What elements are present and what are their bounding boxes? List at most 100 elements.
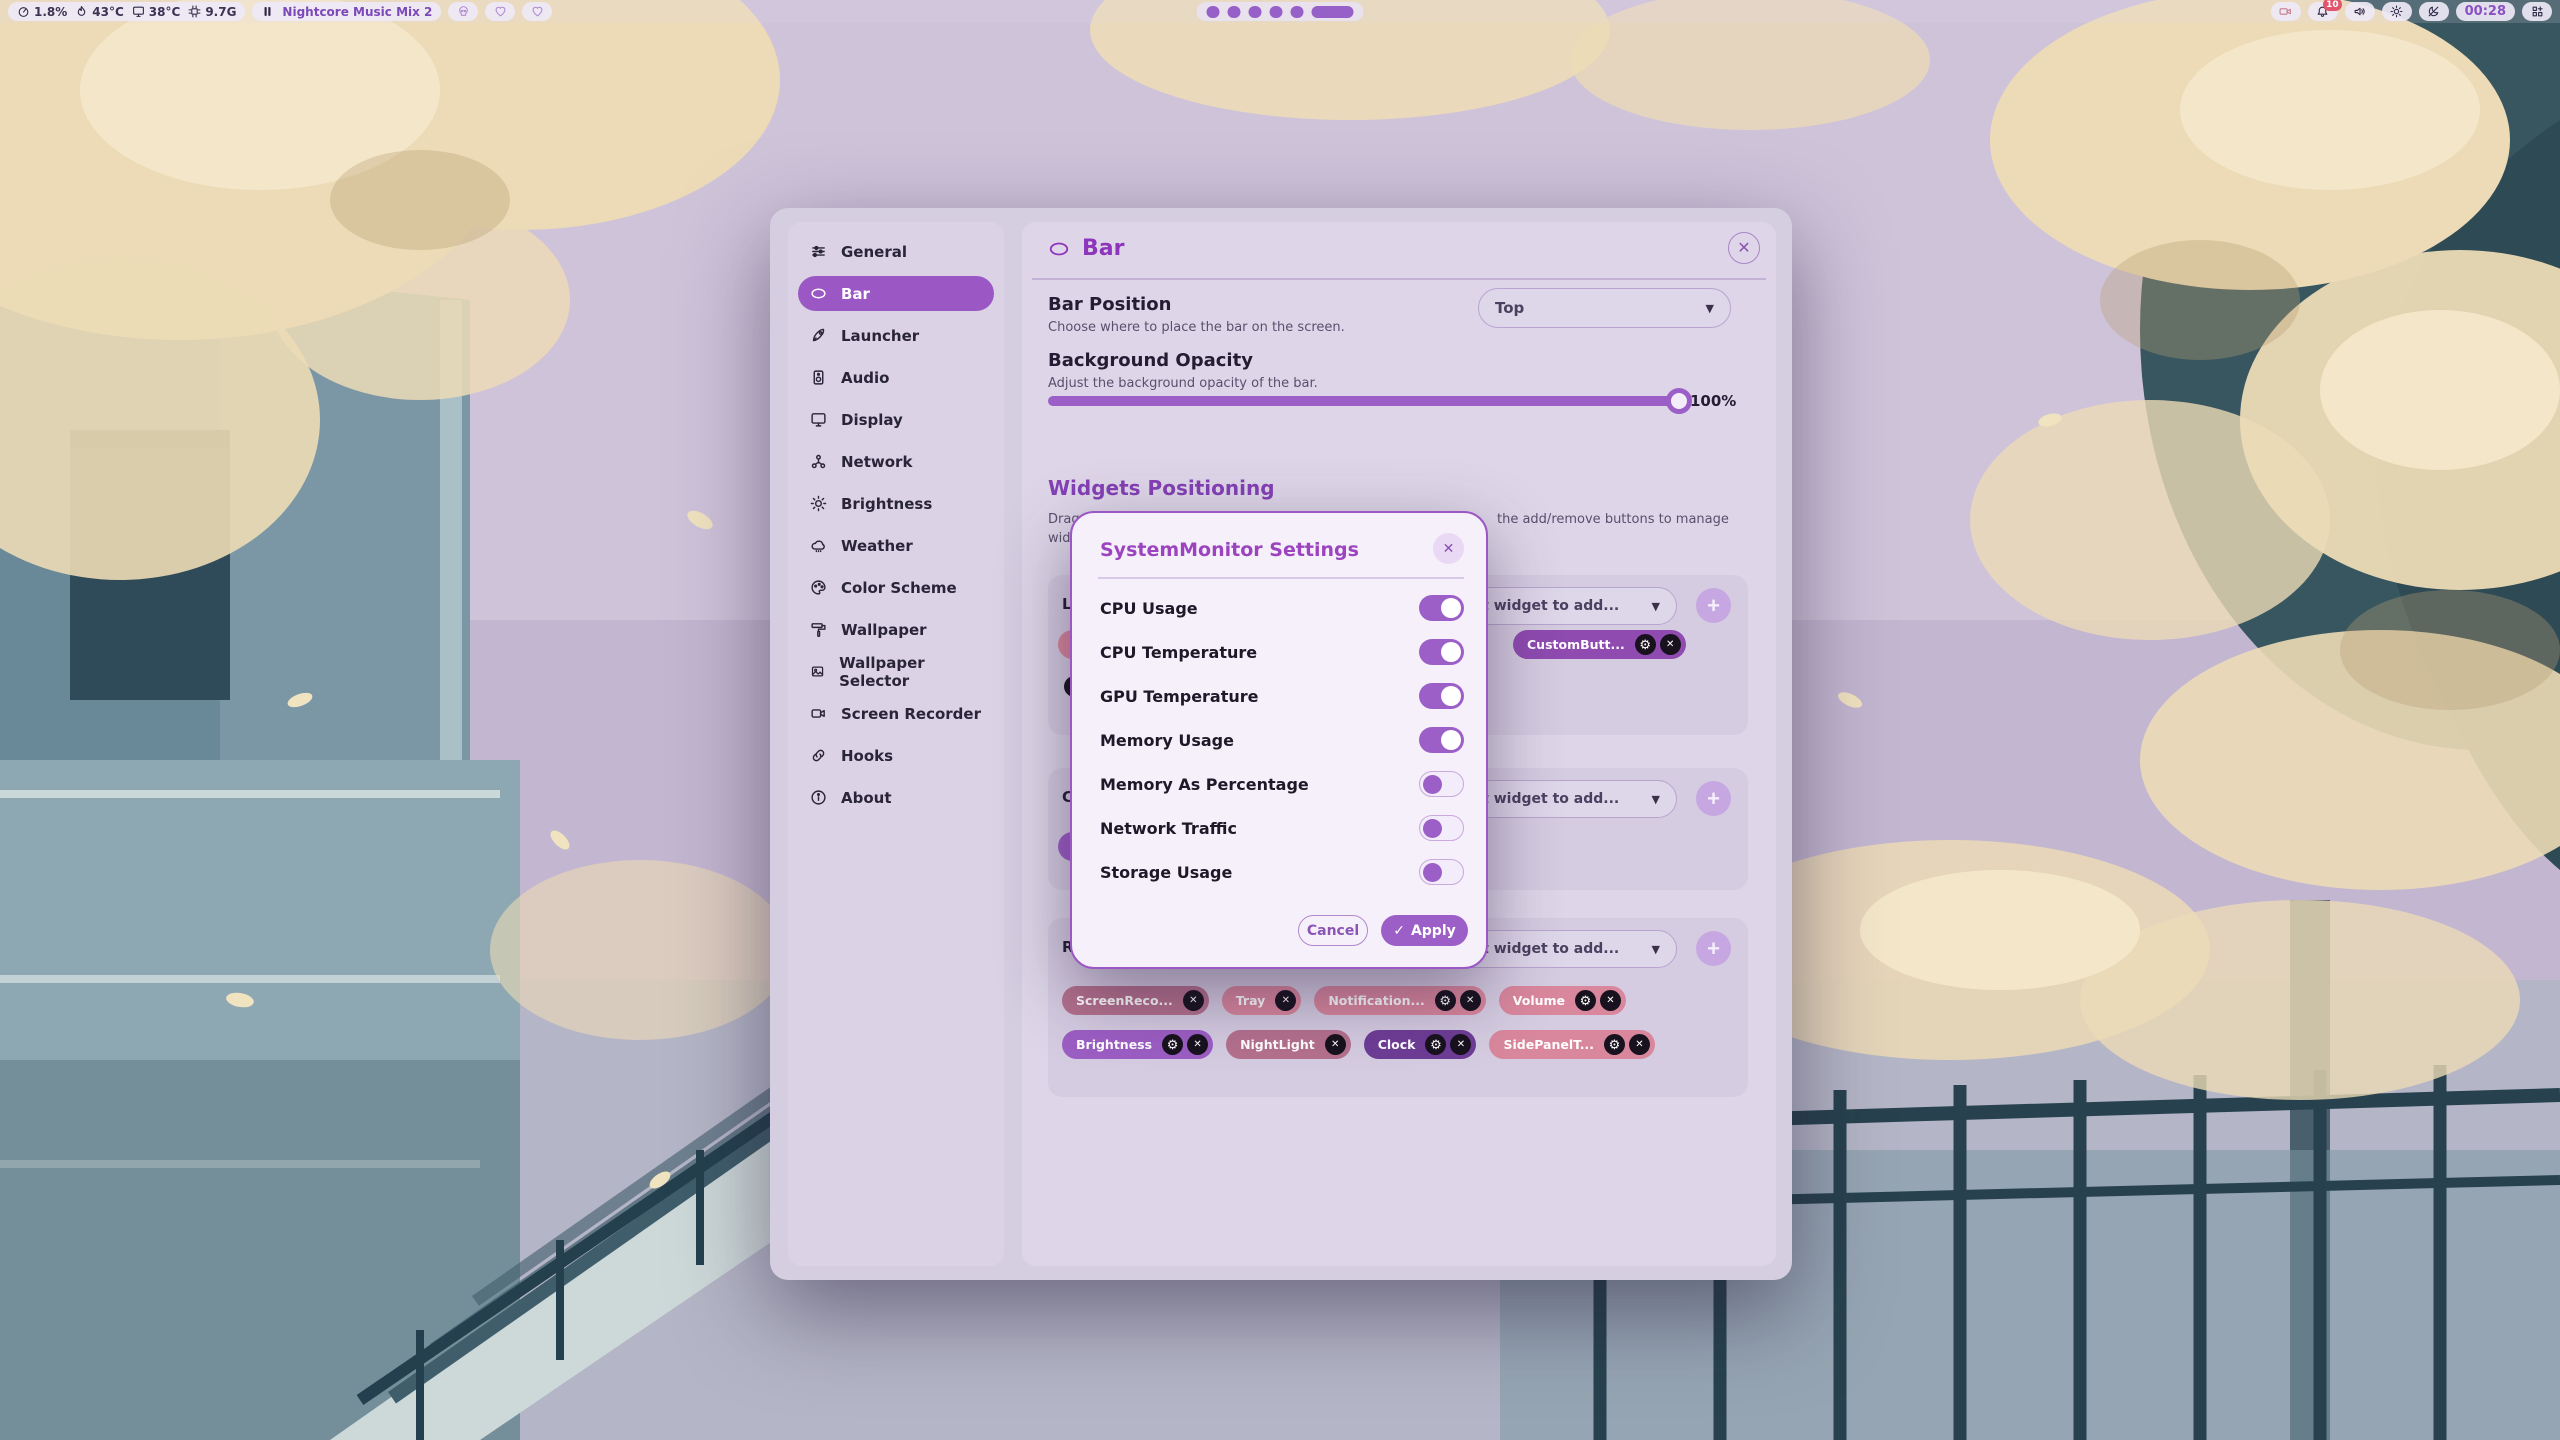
sidebar-item-wallpaper[interactable]: Wallpaper bbox=[798, 612, 994, 647]
chip-settings-button[interactable]: ⚙ bbox=[1435, 990, 1456, 1011]
dashboard-pill[interactable] bbox=[2522, 2, 2552, 21]
sidebar-item-launcher[interactable]: Launcher bbox=[798, 318, 994, 353]
cancel-button[interactable]: Cancel bbox=[1298, 915, 1368, 946]
widgets-positioning-title: Widgets Positioning bbox=[1048, 476, 1275, 500]
add-widget-button[interactable]: + bbox=[1696, 588, 1731, 623]
modal-title: SystemMonitor Settings bbox=[1100, 539, 1359, 561]
slider-thumb[interactable] bbox=[1666, 388, 1692, 414]
page-header: Bar bbox=[1048, 236, 1124, 261]
stat-gauge: 1.8% bbox=[17, 5, 67, 19]
chevron-down-icon: ▼ bbox=[1706, 302, 1714, 315]
sidebar-item-about[interactable]: About bbox=[798, 780, 994, 815]
sidebar-item-bar[interactable]: Bar bbox=[798, 276, 994, 311]
workspace-dot[interactable] bbox=[1228, 6, 1241, 18]
toggle-label: CPU Usage bbox=[1100, 599, 1198, 618]
widget-chip[interactable]: ScreenReco...✕ bbox=[1062, 986, 1209, 1015]
chip-remove-button[interactable]: ✕ bbox=[1629, 1034, 1650, 1055]
top-bar: 1.8%43°C38°C9.7G Nightcore Music Mix 20.… bbox=[0, 0, 2560, 23]
flame-icon bbox=[75, 5, 88, 18]
system-stats-widget[interactable]: 1.8%43°C38°C9.7G bbox=[8, 2, 245, 21]
widget-chip[interactable]: Volume⚙✕ bbox=[1499, 986, 1626, 1015]
toggle-row-cpu-usage: CPU Usage bbox=[1100, 593, 1464, 623]
widget-chip[interactable]: Brightness⚙✕ bbox=[1062, 1030, 1213, 1059]
toggle-label: Memory Usage bbox=[1100, 731, 1234, 750]
night-light-off-icon bbox=[2427, 5, 2440, 18]
add-widget-button[interactable]: + bbox=[1696, 781, 1731, 816]
toggle-switch[interactable] bbox=[1419, 815, 1464, 841]
chip-remove-button[interactable]: ✕ bbox=[1325, 1034, 1346, 1055]
heart-pill[interactable] bbox=[522, 2, 552, 21]
toggle-switch[interactable] bbox=[1419, 639, 1464, 665]
toggle-switch[interactable] bbox=[1419, 595, 1464, 621]
sidebar-item-wallpaper-selector[interactable]: Wallpaper Selector bbox=[798, 654, 994, 689]
sidebar-item-network[interactable]: Network bbox=[798, 444, 994, 479]
screen-recorder-pill[interactable] bbox=[2271, 2, 2301, 21]
widget-chip[interactable]: Tray✕ bbox=[1222, 986, 1302, 1015]
pause-icon bbox=[261, 5, 274, 18]
chip-remove-button[interactable]: ✕ bbox=[1183, 990, 1204, 1011]
sidebar-item-label: Launcher bbox=[841, 327, 919, 345]
stat-chip: 9.7G bbox=[188, 5, 236, 19]
sidebar-item-general[interactable]: General bbox=[798, 234, 994, 269]
sidebar-item-hooks[interactable]: Hooks bbox=[798, 738, 994, 773]
skull-icon bbox=[457, 5, 470, 18]
gauge-icon bbox=[17, 5, 30, 18]
toggle-knob bbox=[1441, 598, 1461, 618]
workspace-dot[interactable] bbox=[1270, 6, 1283, 18]
workspace-dot[interactable] bbox=[1207, 6, 1220, 18]
chip-remove-button[interactable]: ✕ bbox=[1450, 1034, 1471, 1055]
widget-chip[interactable]: CustomButt...⚙✕ bbox=[1513, 630, 1686, 659]
chip-settings-button[interactable]: ⚙ bbox=[1575, 990, 1596, 1011]
chip-settings-button[interactable]: ⚙ bbox=[1635, 634, 1656, 655]
sidebar-item-screen-recorder[interactable]: Screen Recorder bbox=[798, 696, 994, 731]
chip-settings-button[interactable]: ⚙ bbox=[1604, 1034, 1625, 1055]
widget-chip[interactable]: SidePanelT...⚙✕ bbox=[1489, 1030, 1655, 1059]
toggle-knob bbox=[1441, 686, 1461, 706]
toggle-switch[interactable] bbox=[1419, 859, 1464, 885]
sidebar-item-color-scheme[interactable]: Color Scheme bbox=[798, 570, 994, 605]
workspace-dot[interactable] bbox=[1249, 6, 1262, 18]
chip-row: ScreenReco...✕ Tray✕ Notification...⚙✕ Volu… bbox=[1062, 986, 1626, 1015]
volume-pill[interactable] bbox=[2345, 2, 2375, 21]
chip-remove-button[interactable]: ✕ bbox=[1660, 634, 1681, 655]
chip-settings-button[interactable]: ⚙ bbox=[1425, 1034, 1446, 1055]
background-opacity-slider[interactable] bbox=[1048, 396, 1678, 406]
chip-remove-button[interactable]: ✕ bbox=[1460, 990, 1481, 1011]
widget-chip[interactable]: Notification...⚙✕ bbox=[1314, 986, 1485, 1015]
sidebar-item-weather[interactable]: Weather bbox=[798, 528, 994, 563]
widget-chip[interactable]: Clock⚙✕ bbox=[1364, 1030, 1477, 1059]
skull-pill[interactable] bbox=[448, 2, 478, 21]
toggle-switch[interactable] bbox=[1419, 683, 1464, 709]
sidebar-item-brightness[interactable]: Brightness bbox=[798, 486, 994, 521]
toggle-knob bbox=[1423, 819, 1442, 838]
bell-pill[interactable]: 10 bbox=[2308, 2, 2338, 21]
toggle-row-storage-usage: Storage Usage bbox=[1100, 857, 1464, 887]
chip-remove-button[interactable]: ✕ bbox=[1275, 990, 1296, 1011]
toggle-switch[interactable] bbox=[1419, 727, 1464, 753]
toggle-switch[interactable] bbox=[1419, 771, 1464, 797]
bar-pill-icon bbox=[810, 285, 827, 302]
settings-sidebar: General Bar Launcher Audio Display Network Bri… bbox=[788, 222, 1004, 1266]
chip-remove-button[interactable]: ✕ bbox=[1600, 990, 1621, 1011]
clock-widget[interactable]: 00:28 bbox=[2456, 2, 2515, 21]
modal-close-button[interactable]: ✕ bbox=[1433, 533, 1464, 564]
chip-remove-button[interactable]: ✕ bbox=[1187, 1034, 1208, 1055]
night-light-off-pill[interactable] bbox=[2419, 2, 2449, 21]
sidebar-item-audio[interactable]: Audio bbox=[798, 360, 994, 395]
sidebar-item-display[interactable]: Display bbox=[798, 402, 994, 437]
bar-position-description: Choose where to place the bar on the scr… bbox=[1048, 320, 1345, 335]
bar-position-dropdown[interactable]: Top ▼ bbox=[1478, 288, 1731, 328]
apply-button[interactable]: ✓ Apply bbox=[1381, 915, 1468, 946]
media-widget[interactable]: Nightcore Music Mix 20... bbox=[252, 2, 441, 21]
add-widget-button[interactable]: + bbox=[1696, 931, 1731, 966]
heart-pill[interactable] bbox=[485, 2, 515, 21]
chip-settings-button[interactable]: ⚙ bbox=[1162, 1034, 1183, 1055]
sidebar-item-label: Wallpaper bbox=[841, 621, 927, 639]
workspace-dot[interactable] bbox=[1291, 6, 1304, 18]
workspace-active[interactable] bbox=[1312, 6, 1354, 18]
sun-pill[interactable] bbox=[2382, 2, 2412, 21]
chip-row: Brightness⚙✕NightLight✕Clock⚙✕SidePanelT… bbox=[1062, 1030, 1655, 1059]
window-close-button[interactable]: ✕ bbox=[1728, 232, 1760, 264]
widget-chip-label: Clock bbox=[1378, 1037, 1422, 1052]
widget-chip[interactable]: NightLight✕ bbox=[1226, 1030, 1351, 1059]
